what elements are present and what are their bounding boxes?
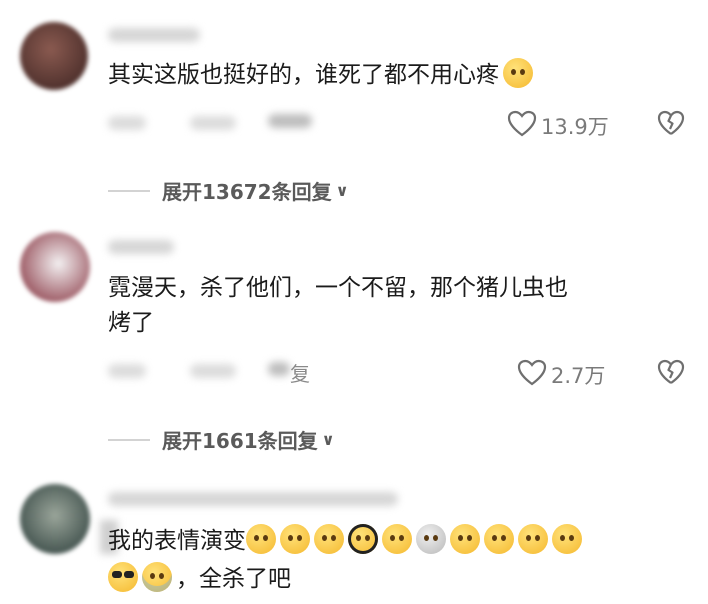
exploding-face-icon: [382, 524, 412, 554]
divider-line: [108, 189, 150, 192]
comment-text-line1: 霓漫天，杀了他们，一个不留，那个猪儿虫也: [108, 275, 568, 301]
cool-face-icon: [108, 562, 138, 592]
pleading-face-icon: [450, 524, 480, 554]
username-blurred[interactable]: [108, 240, 174, 254]
pleading-face-icon: [503, 58, 533, 88]
comment-location-blurred: [190, 116, 236, 130]
chevron-down-icon: ∨: [321, 430, 335, 449]
avatar[interactable]: [20, 484, 90, 554]
chevron-down-icon: ∨: [335, 181, 349, 200]
avatar[interactable]: [20, 22, 88, 90]
comment-location-blurred: [190, 364, 236, 378]
expand-replies-label: 展开13672条回复: [162, 180, 332, 204]
dislike-heart-icon[interactable]: [657, 110, 685, 138]
divider-line: [108, 438, 150, 441]
headphones-face-icon: [348, 524, 378, 554]
like-count: 2.7万: [551, 364, 606, 388]
smirk-face-icon: [280, 524, 310, 554]
username-blurred[interactable]: [108, 492, 398, 506]
comment-text-line1: 我的表情演变: [108, 524, 586, 558]
expand-replies-button[interactable]: 展开13672条回复 ∨: [108, 176, 349, 205]
smiling-face-icon: [246, 524, 276, 554]
comment-text-line2: ，全杀了吧: [108, 562, 291, 596]
reply-button-blurred[interactable]: [268, 362, 290, 376]
cover-mouth-face-icon: [552, 524, 582, 554]
reply-label-partial[interactable]: 复: [290, 358, 310, 387]
avatar[interactable]: [20, 232, 90, 302]
heart-outline-icon[interactable]: [507, 110, 537, 138]
comment-text: 其实这版也挺好的，谁死了都不用心疼: [108, 58, 537, 92]
expand-replies-label: 展开1661条回复: [162, 429, 318, 453]
crying-face-icon: [142, 562, 172, 592]
comment-meta-blurred: [108, 364, 146, 378]
dislike-heart-icon[interactable]: [657, 359, 685, 387]
expand-replies-button[interactable]: 展开1661条回复 ∨: [108, 425, 335, 454]
screaming-face-icon: [416, 524, 446, 554]
comment-text-line2: 烤了: [108, 310, 154, 336]
flushed-face-icon: [314, 524, 344, 554]
heart-outline-icon[interactable]: [517, 359, 547, 387]
comment-meta-blurred: [108, 116, 146, 130]
pleading-face-icon: [518, 524, 548, 554]
grin-sweat-face-icon: [484, 524, 514, 554]
reply-button-blurred[interactable]: [268, 114, 312, 128]
username-blurred[interactable]: [108, 28, 200, 42]
like-count: 13.9万: [541, 115, 609, 139]
